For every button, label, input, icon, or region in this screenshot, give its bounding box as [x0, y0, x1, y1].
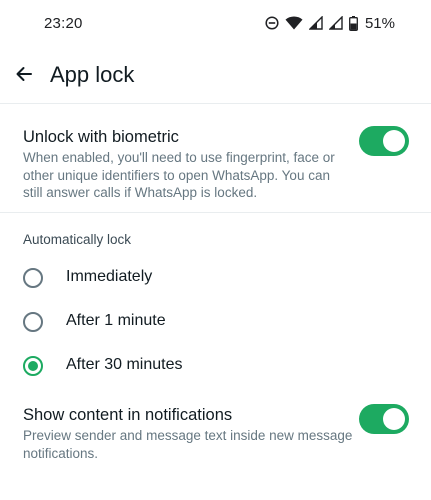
status-bar: 23:20 51%: [0, 0, 431, 44]
radio-option-30-minutes[interactable]: After 30 minutes: [0, 346, 431, 386]
notifications-title: Show content in notifications: [23, 406, 233, 424]
radio-label: Immediately: [66, 268, 153, 285]
radio-label: After 30 minutes: [66, 356, 183, 373]
radio-dot: [28, 361, 38, 371]
toggle-knob: [383, 130, 405, 152]
radio-option-immediately[interactable]: Immediately: [0, 258, 431, 298]
radio-button[interactable]: [23, 312, 43, 332]
status-icons: 51%: [265, 13, 395, 33]
back-button[interactable]: [8, 60, 40, 92]
signal-icon: [328, 16, 343, 30]
app-bar: App lock: [0, 52, 431, 100]
battery-icon: [349, 15, 358, 31]
arrow-left-icon: [14, 64, 34, 89]
radio-label: After 1 minute: [66, 312, 166, 329]
radio-button[interactable]: [23, 268, 43, 288]
signal-icon: [308, 16, 323, 30]
radio-button-selected[interactable]: [23, 356, 43, 376]
status-time: 23:20: [44, 15, 83, 32]
notifications-description: Preview sender and message text inside n…: [23, 428, 353, 461]
biometric-title: Unlock with biometric: [23, 128, 179, 146]
battery-percent: 51%: [364, 14, 395, 32]
biometric-toggle[interactable]: [359, 126, 409, 156]
toggle-knob: [383, 408, 405, 430]
header-divider: [0, 103, 431, 104]
wifi-icon: [285, 16, 303, 30]
auto-lock-header: Automatically lock: [23, 232, 132, 247]
notifications-toggle[interactable]: [359, 404, 409, 434]
biometric-description: When enabled, you'll need to use fingerp…: [23, 150, 335, 200]
page-title: App lock: [50, 62, 135, 87]
section-divider: [0, 212, 431, 213]
do-not-disturb-icon: [265, 16, 279, 30]
radio-option-1-minute[interactable]: After 1 minute: [0, 302, 431, 342]
